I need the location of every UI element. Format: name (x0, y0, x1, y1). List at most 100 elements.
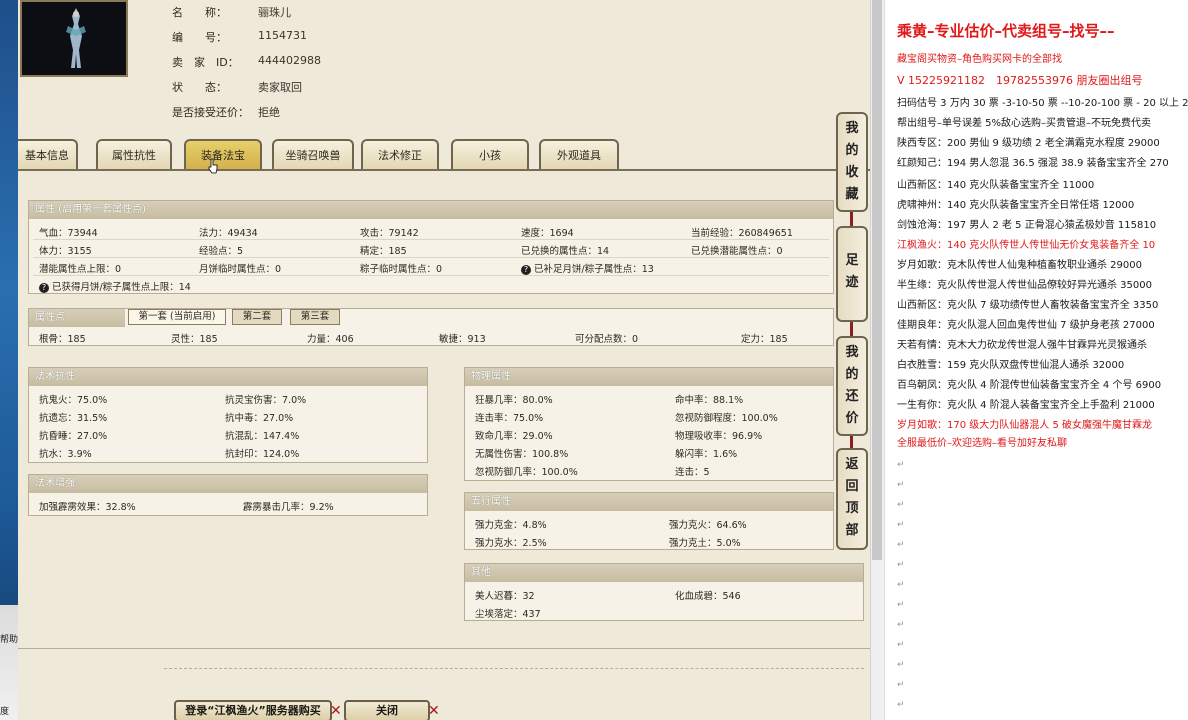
dashed-divider (164, 668, 864, 669)
id-value: 1154731 (258, 29, 307, 42)
element-item: 强力克火：64.6% (669, 520, 747, 531)
element-item: 强力克水：2.5% (475, 538, 547, 549)
enhance-item: 加强霹雳效果：32.8% (39, 502, 136, 513)
my-offers-char: 的 (845, 367, 859, 382)
character-figure-icon (66, 8, 86, 68)
physical-item: 致命几率：29.0% (475, 431, 553, 442)
physical-item: 命中率：88.1% (675, 395, 744, 406)
document-pane: 乘黄–专业估价–代卖组号–找号–– 藏宝阁买物资–角色购买网卡的全部找 V 152… (884, 0, 1188, 720)
resist-item: 抗鬼火：75.0% (39, 395, 108, 406)
my-offers-char: 价 (845, 411, 859, 426)
my-favorites-char: 我 (845, 121, 859, 136)
tab-spell-correction[interactable]: 法术修正 (361, 139, 439, 170)
doc-line: 一生有你：克火队 4 阶混人装备宝宝齐全上手盈利 21000 (897, 400, 1155, 411)
tab-child[interactable]: 小孩 (451, 139, 529, 170)
resist-item: 抗遗忘：31.5% (39, 413, 108, 424)
tab-equipment[interactable]: 装备法宝 (184, 139, 262, 170)
row-divider (33, 257, 829, 258)
stat-constitution: 根骨：185 (39, 334, 86, 345)
name-value: 骊珠儿 (258, 6, 291, 19)
resist-item: 抗中毒：27.0% (225, 413, 294, 424)
five-elements-panel: 五行属性 强力克金：4.8% 强力克火：64.6% 强力克水：2.5% 强力克土… (464, 492, 834, 550)
doc-line: V 15225921182 19782553976 朋友圈出组号 (897, 74, 1143, 87)
stat-strength: 力量：406 (307, 334, 354, 345)
tab-mount-summon[interactable]: 坐骑召唤兽 (272, 139, 354, 170)
subtab-set-two[interactable]: 第二套 (232, 309, 282, 325)
doc-line: 红颜知己：194 男人忽混 36.5 强混 38.9 装备宝宝齐全 270 (897, 158, 1169, 169)
doc-line: 全服最低价–欢迎选购–看号加好友私聊 (897, 438, 1067, 449)
help-icon[interactable]: ? (521, 265, 531, 275)
paragraph-mark-icon: ↵ (897, 600, 905, 610)
doc-line: 半生缘：克火队传世混人传世仙品僚较好异光通杀 35000 (897, 280, 1152, 291)
doc-title: 乘黄–专业估价–代卖组号–找号–– (897, 22, 1115, 40)
stat-filled-points-text: 已补足月饼/粽子属性点：13 (534, 264, 654, 275)
tab-attribute-resist[interactable]: 属性抗性 (96, 139, 172, 170)
spell-enhance-title: 法术增强 (29, 475, 427, 493)
character-portrait (20, 0, 128, 77)
name-label: 名 称： (172, 6, 227, 19)
paragraph-mark-icon: ↵ (897, 660, 905, 670)
stat-exp: 当前经验：260849651 (691, 228, 793, 239)
paragraph-mark-icon: ↵ (897, 700, 905, 710)
stat-mooncake-points: 月饼临时属性点：0 (199, 264, 282, 275)
paragraph-mark-icon: ↵ (897, 620, 905, 630)
my-favorites-char: 藏 (845, 187, 859, 202)
doc-line: 佳期良年：克火队混人回血鬼传世仙 7 级护身老孩 27000 (897, 320, 1155, 331)
stat-points-cap: ? 已获得月饼/粽子属性点上限：14 (39, 279, 191, 293)
id-label: 编 号： (172, 31, 227, 44)
help-icon[interactable]: ? (39, 283, 49, 293)
back-to-top-char: 部 (845, 523, 859, 538)
physical-title: 物理属性 (465, 368, 833, 386)
history-char: 足 (845, 253, 859, 268)
tab-basic-info[interactable]: 基本信息 (18, 139, 78, 170)
stat-filled-points: ? 已补足月饼/粽子属性点：13 (521, 261, 654, 275)
doc-line: 扫码估号 3 万内 30 票 -3-10-50 票 --10-20-100 票 … (897, 98, 1188, 109)
status-value: 卖家取回 (258, 81, 302, 94)
paragraph-mark-icon: ↵ (897, 480, 905, 490)
physical-item: 忽视防御程度：100.0% (675, 413, 778, 424)
doc-line: 陕西专区：200 男仙 9 级功绩 2 老全满霜克水程度 29000 (897, 138, 1160, 149)
physical-panel: 物理属性 狂暴几率：80.0% 命中率：88.1% 连击率：75.0% 忽视防御… (464, 367, 834, 481)
login-server-buy-button[interactable]: 登录“江枫渔火”服务器购买 (174, 700, 332, 720)
my-favorites-button[interactable]: 我 的 收 藏 (836, 112, 868, 212)
my-offers-button[interactable]: 我 的 还 价 (836, 336, 868, 436)
stat-hp: 气血：73944 (39, 228, 98, 239)
paragraph-mark-icon: ↵ (897, 680, 905, 690)
resist-item: 抗水：3.9% (39, 449, 92, 460)
paragraph-mark-icon: ↵ (897, 540, 905, 550)
stat-exp-points: 经验点：5 (199, 246, 244, 257)
spell-resist-title: 法术抗性 (29, 368, 427, 386)
stat-potential-cap: 潜能属性点上限：0 (39, 264, 122, 275)
other-item: 美人迟暮：32 (475, 591, 535, 602)
stat-zongzi-points: 粽子临时属性点：0 (360, 264, 443, 275)
subtab-set-three[interactable]: 第三套 (290, 309, 340, 325)
attribute-points-title: 属性点 (29, 309, 125, 327)
mouse-cursor-icon (208, 158, 218, 174)
tab-appearance[interactable]: 外观道具 (539, 139, 619, 170)
paragraph-mark-icon: ↵ (897, 560, 905, 570)
paragraph-mark-icon: ↵ (897, 580, 905, 590)
close-button[interactable]: 关闭 (344, 700, 430, 720)
desktop-strip: 帮助 度 (0, 0, 18, 720)
close-x-icon: ✕ (428, 703, 440, 719)
stat-spirit: 灵性：185 (171, 334, 218, 345)
my-offers-char: 还 (845, 389, 859, 404)
paragraph-mark-icon: ↵ (897, 640, 905, 650)
back-to-top-button[interactable]: 返 回 顶 部 (836, 448, 868, 550)
history-button[interactable]: 足 迹 (836, 226, 868, 322)
stat-speed: 速度：1694 (521, 228, 574, 239)
paragraph-mark-icon: ↵ (897, 500, 905, 510)
stat-willpower: 定力：185 (741, 334, 788, 345)
subtab-set-one[interactable]: 第一套 (当前启用) (128, 309, 226, 325)
doc-line: 岁月如歌：克木队传世人仙鬼种植畜牧职业通杀 29000 (897, 260, 1142, 271)
element-item: 强力克金：4.8% (475, 520, 547, 531)
scrollbar-thumb[interactable] (872, 0, 882, 560)
spell-resist-panel: 法术抗性 抗鬼火：75.0% 抗灵宝伤害：7.0% 抗遗忘：31.5% 抗中毒：… (28, 367, 428, 463)
counter-offer-value: 拒绝 (258, 106, 280, 119)
other-panel: 其他 美人迟暮：32 化血成碧：546 尘埃落定：437 (464, 563, 864, 621)
doc-line: 山西新区：克火队 7 级功绩传世人畜牧装备宝宝齐全 3350 (897, 300, 1159, 311)
my-offers-char: 我 (845, 345, 859, 360)
five-elements-title: 五行属性 (465, 493, 833, 511)
doc-line: 帮出组号–单号误差 5%敌心选购–买贵管退–不玩免费代卖 (897, 118, 1152, 129)
doc-line: 岁月如歌：170 级大力队仙器混人 5 破女魔强牛魔甘霖龙 (897, 420, 1152, 431)
